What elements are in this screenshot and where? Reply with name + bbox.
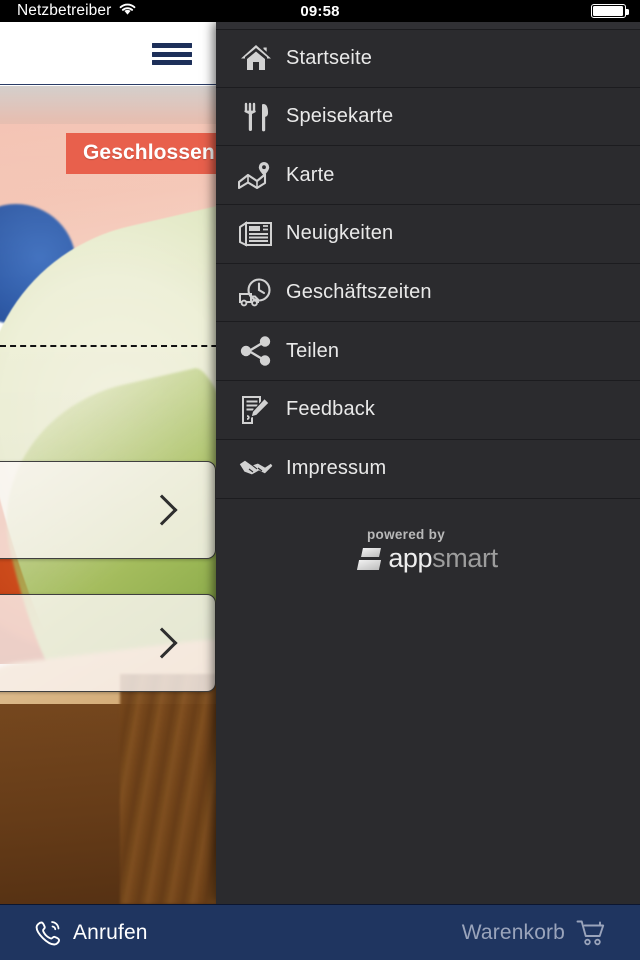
- delivery-clock-icon: [226, 278, 286, 308]
- navigation-drawer: Startseite Speisekarte Karte Neuigkeiten…: [216, 22, 640, 904]
- menu-item-label: Teilen: [286, 339, 340, 362]
- drawer-menu-list: Startseite Speisekarte Karte Neuigkeiten…: [216, 29, 640, 499]
- menu-item-label: Startseite: [286, 46, 372, 69]
- app-screen: Netzbetreiber 09:58 Geschlossen Startsei…: [0, 0, 640, 960]
- hamburger-menu-icon[interactable]: [152, 41, 192, 67]
- appsmart-logo: appsmart: [357, 543, 498, 573]
- phone-icon: [34, 919, 62, 947]
- appsmart-logo-icon: [357, 546, 384, 572]
- status-bar-right: [591, 0, 629, 22]
- hero-action-button-1[interactable]: [0, 461, 216, 559]
- fork-knife-icon: [226, 102, 286, 132]
- chevron-right-icon: [146, 494, 178, 526]
- cart-button[interactable]: Warenkorb: [462, 905, 606, 960]
- chevron-right-icon: [146, 627, 178, 659]
- hero-action-button-2[interactable]: [0, 594, 216, 692]
- menu-item-label: Feedback: [286, 398, 376, 421]
- menu-item-feedback[interactable]: Feedback: [216, 381, 640, 440]
- battery-full-icon: [591, 4, 629, 18]
- status-badge-closed: Geschlossen: [66, 133, 232, 174]
- menu-item-geschaeftszeiten[interactable]: Geschäftszeiten: [216, 263, 640, 323]
- share-icon: [226, 336, 286, 366]
- drawer-top-shade: [216, 22, 640, 29]
- brand-app: app: [388, 543, 433, 573]
- newspaper-icon: [226, 220, 286, 248]
- menu-item-teilen[interactable]: Teilen: [216, 322, 640, 382]
- menu-item-speisekarte[interactable]: Speisekarte: [216, 87, 640, 147]
- call-label: Anrufen: [73, 920, 148, 944]
- status-bar-clock: 09:58: [300, 2, 340, 20]
- map-pin-icon: [226, 161, 286, 190]
- menu-item-label: Speisekarte: [286, 105, 394, 128]
- menu-item-karte[interactable]: Karte: [216, 146, 640, 206]
- menu-item-neuigkeiten[interactable]: Neuigkeiten: [216, 205, 640, 264]
- shopping-cart-icon: [576, 919, 606, 947]
- menu-item-label: Karte: [286, 163, 335, 186]
- menu-item-label: Neuigkeiten: [286, 222, 394, 245]
- menu-item-label: Impressum: [286, 457, 387, 480]
- handshake-icon: [226, 456, 286, 482]
- home-icon: [226, 43, 286, 73]
- document-pencil-icon: [226, 395, 286, 425]
- menu-item-startseite[interactable]: Startseite: [216, 29, 640, 88]
- powered-by-label: powered by: [366, 527, 445, 542]
- powered-by-block: powered by appsmart: [216, 527, 640, 572]
- cart-label: Warenkorb: [461, 920, 565, 944]
- status-bar: Netzbetreiber 09:58: [0, 0, 640, 22]
- bottom-tab-bar: Anrufen Warenkorb: [0, 904, 640, 960]
- brand-smart: smart: [432, 543, 498, 573]
- call-button[interactable]: Anrufen: [34, 905, 148, 960]
- menu-item-impressum[interactable]: Impressum: [216, 439, 640, 499]
- menu-item-label: Geschäftszeiten: [286, 281, 432, 304]
